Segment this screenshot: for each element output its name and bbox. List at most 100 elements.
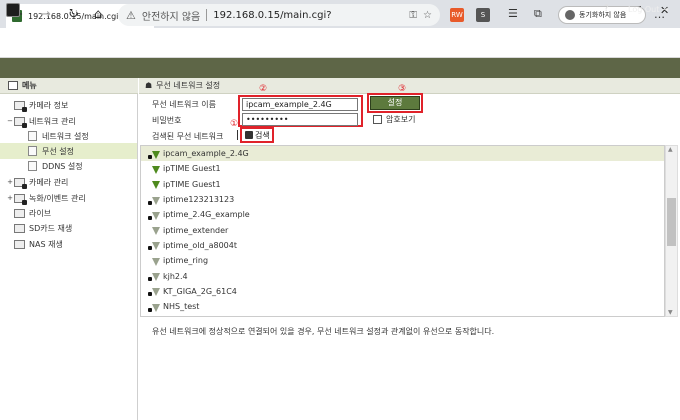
sidebar-item-label: 네트워크 설정 [42, 131, 89, 141]
wifi-open-icon [148, 225, 160, 236]
sidebar-item-ddns[interactable]: DDNS 설정 [0, 158, 137, 174]
key-icon[interactable]: ⚿ [409, 10, 417, 21]
network-ssid: iptime_extender [163, 225, 229, 235]
folder-icon [14, 223, 25, 233]
sidebar-item-recording-events[interactable]: + 녹화/이벤트 관리 [0, 190, 137, 206]
logout-label: Log Out [628, 5, 660, 14]
brand-name: ipTIME [26, 4, 57, 13]
sidebar-item-nas-playback[interactable]: NAS 재생 [0, 236, 137, 252]
scroll-down-icon[interactable]: ▼ [668, 309, 673, 316]
wifi-open-icon [148, 164, 160, 174]
show-password-label: 암호보기 [386, 115, 416, 124]
search-label: 검색 [255, 130, 270, 140]
divider [237, 130, 238, 140]
list-item[interactable]: iptime_ring [141, 253, 664, 268]
list-item[interactable]: iptime123213123 [141, 192, 664, 207]
list-item[interactable]: kjh2.4 [141, 268, 664, 283]
favorite-star-icon[interactable]: ☆ [423, 10, 432, 21]
search-button[interactable]: 검색 [243, 129, 271, 141]
sidebar-item-label: 라이브 [29, 208, 52, 218]
folder-icon [14, 239, 25, 249]
address-separator [206, 9, 208, 21]
save-button[interactable]: 설정 [370, 96, 420, 110]
favorites-icon[interactable]: ☰ [508, 7, 518, 20]
browser-toolbar [0, 28, 680, 58]
list-item[interactable]: iptime_extender [141, 223, 664, 238]
menu-icon [8, 81, 18, 90]
help-button[interactable]: ? [604, 4, 609, 14]
network-ssid: KT_GIGA_2G_61C4 [163, 286, 237, 296]
section-header: ☗ 무선 네트워크 설정 [139, 78, 680, 94]
folder-lock-icon [14, 177, 27, 189]
sidebar-item-camera-management[interactable]: + 카메라 관리 [0, 174, 137, 190]
list-item[interactable]: iptime_old_a8004t [141, 238, 664, 253]
page-icon [28, 146, 37, 156]
extension-s-icon[interactable]: S [476, 8, 490, 22]
scrollbar-thumb[interactable] [667, 198, 676, 246]
list-item[interactable]: KT_GIGA_2G_61C4 [141, 284, 664, 299]
network-ssid: ipTIME Guest1 [163, 179, 221, 189]
url-text[interactable]: 192.168.0.15/main.cgi? [213, 10, 403, 21]
security-status[interactable]: 안전하지 않음 [142, 8, 200, 23]
list-item[interactable]: iptime_2.4G_example [141, 207, 664, 222]
wifi-open-icon [148, 256, 160, 266]
sidebar-item-network[interactable]: − 네트워크 관리 [0, 113, 137, 129]
sidebar-item-wireless-settings[interactable]: 무선 설정 [0, 143, 137, 159]
sidebar-title: 메뉴 [22, 81, 37, 90]
wifi-secured-icon [148, 240, 160, 251]
warning-icon[interactable]: ⚠ [126, 9, 136, 22]
scroll-up-icon[interactable]: ▲ [668, 146, 673, 153]
sidebar-item-label: 녹화/이벤트 관리 [29, 193, 86, 203]
callout-number-2: ② [259, 84, 268, 94]
wifi-secured-icon [148, 195, 160, 205]
expand-icon[interactable]: + [6, 178, 14, 186]
sidebar-item-network-settings[interactable]: 네트워크 설정 [0, 128, 137, 144]
avatar [565, 10, 575, 20]
collapse-icon[interactable]: − [6, 117, 14, 125]
app-header [0, 58, 680, 78]
network-ssid: iptime_2.4G_example [163, 210, 250, 220]
extension-rw-icon[interactable]: RW [450, 8, 464, 22]
folder-lock-icon [14, 100, 27, 112]
list-item[interactable]: ipcam_example_2.4G [141, 146, 664, 162]
sidebar-item-label: NAS 재생 [29, 239, 63, 249]
collections-icon[interactable]: ⧉ [534, 7, 542, 21]
sidebar-item-live[interactable]: 라이브 [0, 205, 137, 221]
list-item[interactable]: NHS_test [141, 299, 664, 314]
sidebar-item-sd-playback[interactable]: SD카드 재생 [0, 220, 137, 236]
logout-icon: ⇥ [661, 5, 669, 14]
expand-icon[interactable]: + [6, 194, 14, 202]
wifi-lock-icon: ☗ [145, 81, 153, 90]
device-logo-icon [6, 3, 20, 17]
network-ssid: iptime123213123 [163, 195, 235, 205]
sidebar-item-label: 무선 설정 [42, 146, 74, 156]
callout-number-1: ① [230, 119, 239, 129]
sidebar-item-camera-info[interactable]: 카메라 정보 [0, 97, 137, 113]
logout-button[interactable]: Log Out ⇥ [628, 5, 669, 14]
sidebar-header: 메뉴 [0, 78, 138, 94]
page-icon [28, 161, 37, 171]
address-bar[interactable]: ⚠ 안전하지 않음 192.168.0.15/main.cgi? ⚿ ☆ [118, 4, 440, 26]
wifi-open-icon [148, 179, 160, 190]
list-item[interactable]: ipTIME Guest1 [141, 161, 664, 176]
home-icon[interactable]: ⌂ [94, 7, 102, 22]
sidebar-item-label: 카메라 정보 [29, 100, 69, 110]
network-ssid: kjh2.4 [163, 271, 188, 281]
model-name: C200 [58, 5, 79, 14]
list-item[interactable]: ipTIME Guest1 [141, 177, 664, 192]
ssid-label: 무선 네트워크 이름 [152, 100, 216, 109]
network-ssid: ipcam_example_2.4G [163, 149, 249, 159]
wired-priority-note: 유선 네트워크에 정상적으로 연결되어 있을 경우, 무선 네트워크 설정과 관… [152, 327, 495, 336]
ssid-input[interactable] [242, 98, 358, 111]
section-title: 무선 네트워크 설정 [156, 81, 221, 90]
sidebar-item-label: DDNS 설정 [42, 161, 83, 171]
show-password-checkbox[interactable] [373, 115, 382, 124]
wifi-secured-icon [148, 286, 160, 297]
network-ssid: iptime_ring [163, 256, 209, 266]
wifi-secured-icon [148, 271, 160, 282]
sidebar-item-label: SD카드 재생 [29, 223, 73, 233]
password-input[interactable] [242, 113, 358, 126]
network-ssid: NHS_test [163, 302, 200, 312]
network-ssid: iptime_old_a8004t [163, 240, 237, 250]
folder-lock-icon [14, 193, 27, 205]
